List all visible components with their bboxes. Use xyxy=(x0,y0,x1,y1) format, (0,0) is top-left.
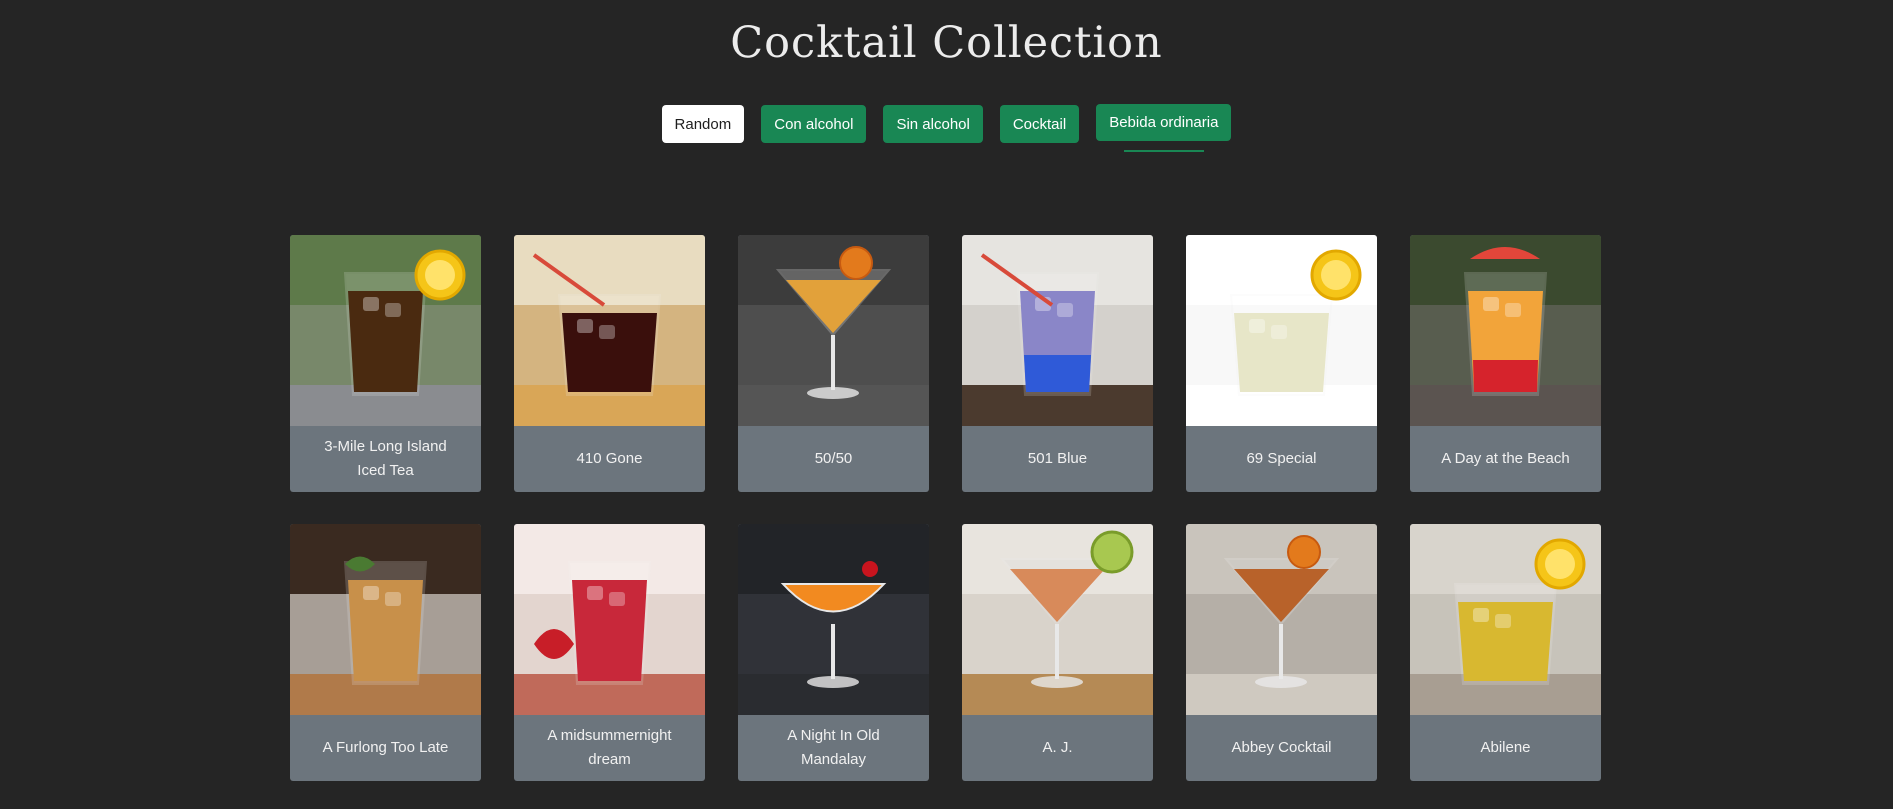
filter-button-random[interactable]: Random xyxy=(661,105,745,143)
cocktail-image[interactable] xyxy=(1186,524,1377,715)
cocktail-name: A. J. xyxy=(1042,739,1073,756)
filter-button-bebida-ordinaria[interactable]: Bebida ordinaria xyxy=(1096,104,1232,152)
cocktail-image[interactable] xyxy=(514,235,705,426)
cocktail-card[interactable]: A Night In Old Mandalay xyxy=(738,524,929,781)
cocktail-image[interactable] xyxy=(962,524,1153,715)
cocktail-card[interactable]: A. J. xyxy=(962,524,1153,781)
cocktail-card[interactable]: 501 Blue xyxy=(962,235,1153,492)
page-title: Cocktail Collection xyxy=(730,18,1163,68)
active-filter-underline xyxy=(1123,150,1204,152)
cocktail-image[interactable] xyxy=(1410,235,1601,426)
cocktail-image[interactable] xyxy=(962,235,1153,426)
cocktail-name: Abbey Cocktail xyxy=(1231,739,1332,756)
cocktail-card[interactable]: Abbey Cocktail xyxy=(1186,524,1377,781)
cocktail-name: A midsummernight dream xyxy=(547,727,672,768)
cocktail-image[interactable] xyxy=(1186,235,1377,426)
cocktail-card[interactable]: 410 Gone xyxy=(514,235,705,492)
cocktail-grid: 3-Mile Long Island Iced Tea 410 Gone 50/50… xyxy=(290,235,1602,781)
cocktail-image[interactable] xyxy=(290,235,481,426)
cocktail-name: A Night In Old Mandalay xyxy=(787,727,880,768)
cocktail-card[interactable]: A Day at the Beach xyxy=(1410,235,1601,492)
cocktail-name: 69 Special xyxy=(1246,450,1317,467)
cocktail-image[interactable] xyxy=(1410,524,1601,715)
cocktail-card[interactable]: 69 Special xyxy=(1186,235,1377,492)
cocktail-card[interactable]: Abilene xyxy=(1410,524,1601,781)
cocktail-name: A Furlong Too Late xyxy=(322,739,449,756)
filter-button-sin-alcohol[interactable]: Sin alcohol xyxy=(883,105,983,143)
cocktail-image[interactable] xyxy=(738,235,929,426)
cocktail-card[interactable]: 50/50 xyxy=(738,235,929,492)
cocktail-name: 410 Gone xyxy=(576,450,643,467)
filter-bar: Random Con alcohol Sin alcohol Cocktail Bebi… xyxy=(0,104,1893,152)
cocktail-name: Abilene xyxy=(1480,739,1531,756)
cocktail-name: 501 Blue xyxy=(1027,450,1088,467)
cocktail-card[interactable]: 3-Mile Long Island Iced Tea xyxy=(290,235,481,492)
cocktail-name: 50/50 xyxy=(814,450,853,467)
cocktail-name: A Day at the Beach xyxy=(1441,450,1570,467)
cocktail-name: 3-Mile Long Island Iced Tea xyxy=(324,438,447,479)
filter-button-cocktail[interactable]: Cocktail xyxy=(999,105,1080,143)
cocktail-card[interactable]: A midsummernight dream xyxy=(514,524,705,781)
cocktail-image[interactable] xyxy=(290,524,481,715)
cocktail-image[interactable] xyxy=(738,524,929,715)
cocktail-card[interactable]: A Furlong Too Late xyxy=(290,524,481,781)
page: Cocktail Collection Random Con alcohol Sin… xyxy=(0,0,1893,809)
filter-button-con-alcohol[interactable]: Con alcohol xyxy=(761,105,867,143)
cocktail-image[interactable] xyxy=(514,524,705,715)
